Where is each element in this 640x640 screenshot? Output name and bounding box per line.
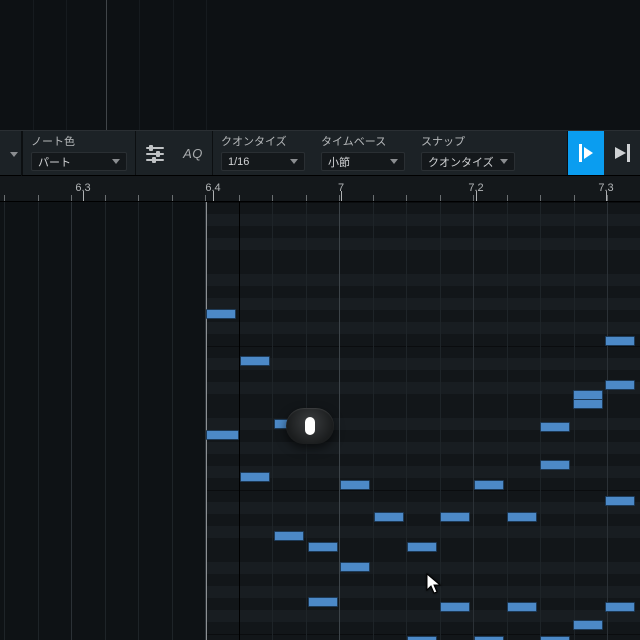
snap-label: スナップ	[421, 135, 515, 149]
auto-quantize-button[interactable]: AQ	[174, 131, 212, 175]
cursor-bubble-icon	[286, 408, 334, 444]
quantize-group: クオンタイズ 1/16	[213, 131, 313, 175]
playhead[interactable]	[239, 202, 240, 640]
aq-icon: AQ	[183, 146, 203, 161]
timebase-group: タイムベース 小節	[313, 131, 413, 175]
midi-note[interactable]	[206, 430, 239, 440]
snap-end-icon	[615, 144, 630, 162]
note-color-value: パート	[38, 154, 71, 170]
chevron-down-icon	[500, 159, 508, 164]
clip-start-line	[206, 202, 207, 640]
snap-end-button[interactable]	[604, 131, 640, 175]
snap-value: クオンタイズ	[428, 154, 494, 170]
toolbar-menu-dropdown[interactable]	[0, 131, 22, 177]
chevron-down-icon	[112, 159, 120, 164]
midi-note[interactable]	[374, 512, 404, 522]
timebase-value: 小節	[328, 154, 350, 170]
quantize-select[interactable]: 1/16	[221, 152, 305, 171]
note-color-select[interactable]: パート	[31, 152, 127, 171]
snap-select[interactable]: クオンタイズ	[421, 152, 515, 171]
midi-note[interactable]	[240, 472, 270, 482]
timeline-ruler[interactable]: 6.36.477.27.3	[0, 176, 640, 202]
quantize-label: クオンタイズ	[221, 135, 305, 149]
chevron-down-icon	[390, 159, 398, 164]
midi-note[interactable]	[407, 636, 437, 640]
midi-note[interactable]	[407, 542, 437, 552]
midi-note[interactable]	[540, 460, 570, 470]
snap-group: スナップ クオンタイズ	[413, 131, 523, 175]
note-color-group: ノート色 パート	[23, 131, 135, 175]
toolbar-right	[567, 131, 640, 175]
midi-note[interactable]	[474, 636, 504, 640]
chevron-down-icon	[290, 159, 298, 164]
quantize-value: 1/16	[228, 156, 249, 168]
midi-note[interactable]	[573, 620, 603, 630]
midi-note[interactable]	[507, 512, 537, 522]
midi-note[interactable]	[274, 531, 304, 541]
midi-note[interactable]	[240, 356, 270, 366]
timebase-select[interactable]: 小節	[321, 152, 405, 171]
midi-note[interactable]	[340, 562, 370, 572]
midi-note[interactable]	[605, 602, 635, 612]
midi-note[interactable]	[605, 380, 635, 390]
midi-note[interactable]	[474, 480, 504, 490]
midi-note[interactable]	[540, 636, 570, 640]
midi-note[interactable]	[507, 602, 537, 612]
velocity-sliders-button[interactable]	[136, 131, 174, 175]
midi-note[interactable]	[340, 480, 370, 490]
toolbar: ノート色 パート AQ クオンタイズ 1/16 タ	[0, 130, 640, 176]
app-root: ノート色 パート AQ クオンタイズ 1/16 タ	[0, 0, 640, 640]
top-grid	[0, 0, 640, 130]
note-color-label: ノート色	[31, 135, 127, 149]
midi-note[interactable]	[573, 399, 603, 409]
sliders-icon	[146, 146, 164, 160]
piano-roll[interactable]	[0, 202, 640, 640]
midi-note[interactable]	[206, 309, 236, 319]
chevron-down-icon	[10, 152, 18, 157]
midi-note[interactable]	[440, 602, 470, 612]
top-empty-area	[0, 0, 640, 130]
snap-start-icon	[579, 144, 593, 162]
snap-start-button[interactable]	[568, 131, 604, 175]
midi-note[interactable]	[440, 512, 470, 522]
midi-note[interactable]	[605, 496, 635, 506]
midi-note[interactable]	[540, 422, 570, 432]
timebase-label: タイムベース	[321, 135, 405, 149]
midi-note[interactable]	[308, 542, 338, 552]
midi-note[interactable]	[605, 336, 635, 346]
mouse-pointer-icon	[426, 573, 442, 595]
midi-note[interactable]	[308, 597, 338, 607]
